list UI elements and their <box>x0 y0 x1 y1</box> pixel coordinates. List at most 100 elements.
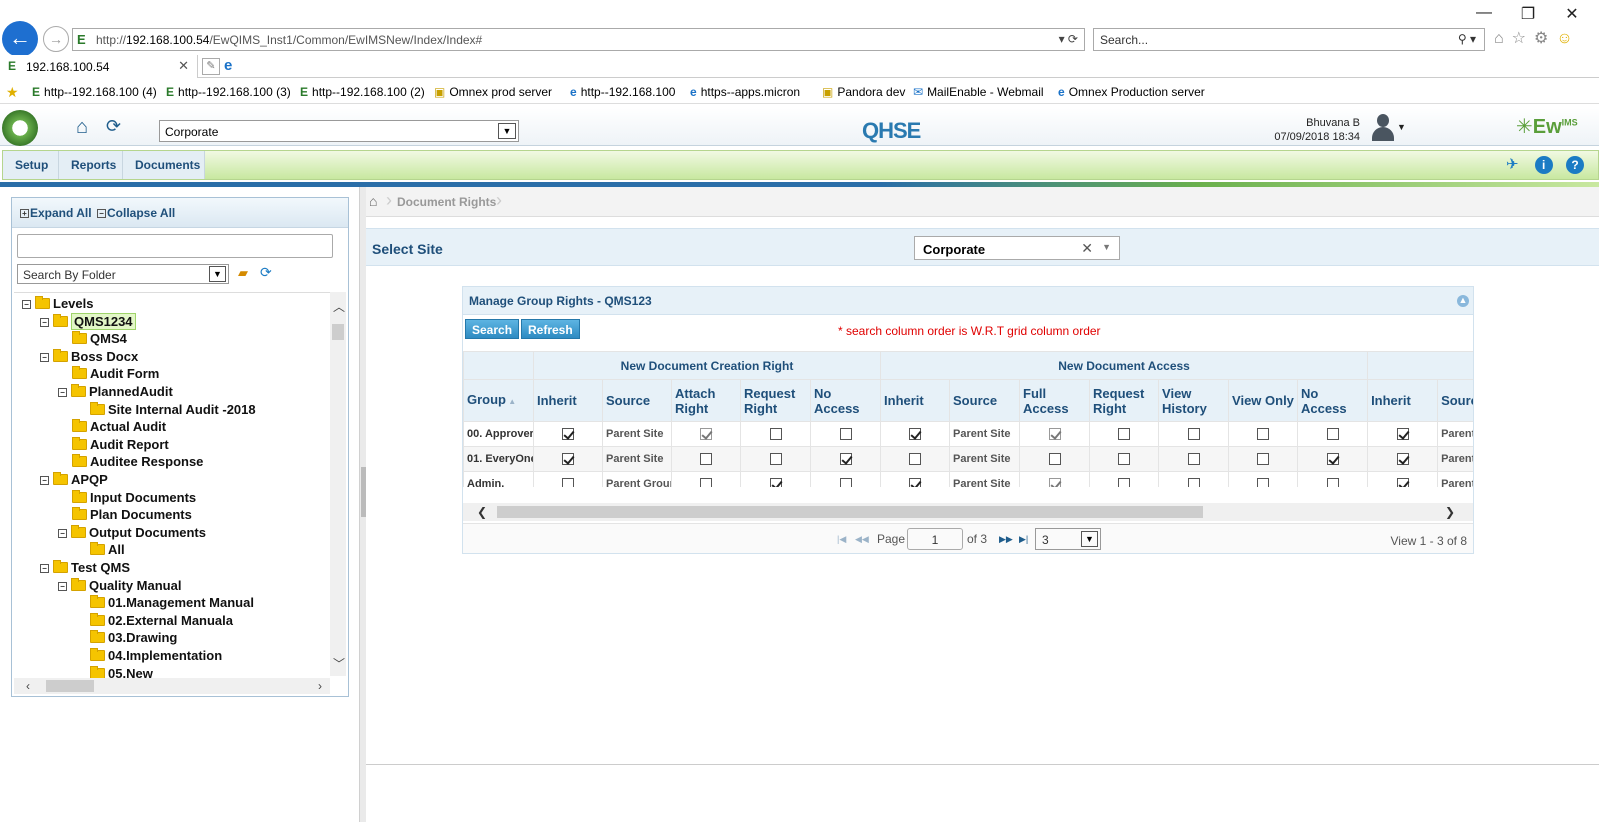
tree-refresh-icon[interactable]: ⟳ <box>260 264 272 281</box>
rights-checkbox[interactable] <box>1118 478 1131 487</box>
tree-node[interactable]: 03.Drawing <box>76 629 177 647</box>
folder-search-icon[interactable]: ▰ <box>238 265 248 281</box>
scroll-down-icon[interactable]: ﹀ <box>333 655 345 672</box>
first-page-icon[interactable]: |◀ <box>837 534 846 545</box>
column-header[interactable]: Inherit <box>1367 379 1439 422</box>
favorite-item[interactable]: ✉ MailEnable - Webmail <box>913 85 1044 99</box>
header-site-select[interactable]: Corporate ▼ <box>159 120 519 142</box>
tree-node[interactable]: − Output Documents <box>58 524 206 542</box>
menu-reports[interactable]: Reports <box>59 151 123 179</box>
ie-icon[interactable]: e <box>224 57 232 74</box>
favorite-item[interactable]: e http--192.168.100 <box>570 85 675 99</box>
tree-node[interactable]: − Boss Docx <box>40 348 138 366</box>
tree-node[interactable]: − QMS1234 <box>40 312 136 331</box>
column-header[interactable]: Group ▲ <box>463 379 534 422</box>
smiley-icon[interactable]: ☺ <box>1556 30 1580 47</box>
collapse-node-icon[interactable]: − <box>40 352 49 362</box>
scroll-left-icon[interactable]: ‹ <box>26 679 30 693</box>
tree-node[interactable]: Plan Documents <box>58 506 192 524</box>
column-header[interactable]: Inherit <box>533 379 603 422</box>
collapse-node-icon[interactable]: − <box>58 528 67 538</box>
page-number-input[interactable]: 1 <box>907 528 963 550</box>
collapse-node-icon[interactable]: − <box>40 564 49 574</box>
rights-checkbox[interactable] <box>1396 428 1409 441</box>
rights-checkbox[interactable] <box>562 453 574 466</box>
rights-checkbox[interactable] <box>1048 428 1061 441</box>
tree-node[interactable]: − Test QMS <box>40 559 130 577</box>
rights-checkbox[interactable] <box>1118 428 1131 441</box>
home-toolbar-icon[interactable]: ⌂ <box>1494 30 1512 47</box>
tree-node[interactable]: 02.External Manuala <box>76 612 233 630</box>
tree-node[interactable]: − Levels <box>22 295 93 313</box>
star-icon[interactable]: ☆ <box>1512 30 1534 47</box>
rights-checkbox[interactable] <box>1396 478 1409 487</box>
collapse-node-icon[interactable]: − <box>40 476 49 486</box>
rights-checkbox[interactable] <box>1326 428 1339 441</box>
column-header[interactable]: Source <box>602 379 672 422</box>
rights-checkbox[interactable] <box>700 478 712 487</box>
rights-checkbox[interactable] <box>909 453 922 466</box>
chevron-down-icon[interactable]: ▼ <box>1102 242 1111 252</box>
scroll-up-icon[interactable]: ︿ <box>333 298 345 315</box>
favorite-item[interactable]: Ehttp--192.168.100 (3) <box>166 85 291 99</box>
address-bar[interactable]: E http://192.168.100.54/EwQIMS_Inst1/Com… <box>72 28 1085 51</box>
rights-checkbox[interactable] <box>909 428 922 441</box>
rights-checkbox[interactable] <box>1396 453 1409 466</box>
settings-gear-icon[interactable]: ⚙ <box>1534 30 1556 47</box>
menu-documents[interactable]: Documents <box>123 151 205 179</box>
refresh-icon[interactable]: ⟳ <box>106 116 121 137</box>
favorite-item[interactable]: Ehttp--192.168.100 (2) <box>300 85 425 99</box>
tree-search-input[interactable] <box>17 234 333 258</box>
column-header[interactable]: Request Right <box>740 379 811 422</box>
rights-checkbox[interactable] <box>769 453 782 466</box>
tree-node[interactable]: − APQP <box>40 471 108 489</box>
column-header[interactable]: Full Access <box>1019 379 1091 422</box>
rights-checkbox[interactable] <box>1257 478 1270 487</box>
clear-icon[interactable]: ✕ <box>1081 240 1093 257</box>
grid-search-button[interactable]: Search <box>465 319 520 339</box>
column-header[interactable]: Source <box>949 379 1021 422</box>
favorites-star-icon[interactable]: ★ <box>6 84 19 101</box>
column-header[interactable]: Inherit <box>880 379 951 422</box>
tree-node[interactable]: Actual Audit <box>58 418 166 436</box>
column-header[interactable]: Source <box>1437 379 1473 422</box>
chevron-down-icon[interactable]: ▼ <box>1081 531 1098 547</box>
tab-active[interactable]: E 192.168.100.54 ✕ <box>0 55 198 78</box>
tree-node[interactable]: 04.Implementation <box>76 647 222 665</box>
tree-horizontal-scrollbar[interactable]: ‹ › <box>14 678 330 694</box>
scroll-right-icon[interactable]: › <box>318 679 322 693</box>
rights-checkbox[interactable] <box>1048 453 1061 466</box>
tab-close-icon[interactable]: ✕ <box>178 58 189 74</box>
column-header[interactable]: View History <box>1158 379 1230 422</box>
collapse-node-icon[interactable]: − <box>22 300 31 310</box>
home-icon[interactable]: ⌂ <box>76 116 88 139</box>
select-site-combo[interactable]: Corporate ✕ ▼ <box>914 236 1120 260</box>
scroll-left-icon[interactable]: ❮ <box>477 505 487 519</box>
browser-search-box[interactable]: Search... ⚲ ▾ <box>1093 28 1485 51</box>
rights-checkbox[interactable] <box>839 428 852 441</box>
expand-all-button[interactable]: + Expand All <box>20 206 92 220</box>
user-menu-caret-icon[interactable]: ▼ <box>1397 122 1406 132</box>
sort-asc-icon[interactable]: ▲ <box>506 397 516 406</box>
tree-node[interactable]: − PlannedAudit <box>58 383 173 401</box>
chevron-down-icon[interactable]: ▼ <box>209 266 226 282</box>
forward-button[interactable]: → <box>43 26 69 52</box>
app-logo-icon[interactable] <box>2 110 38 146</box>
rights-checkbox[interactable] <box>1187 453 1200 466</box>
column-header[interactable]: View Only <box>1228 379 1299 422</box>
scroll-right-icon[interactable]: ❯ <box>1445 505 1455 519</box>
rights-checkbox[interactable] <box>1118 453 1131 466</box>
rights-checkbox[interactable] <box>769 428 782 441</box>
collapse-panel-icon[interactable]: ▲ <box>1457 295 1469 307</box>
tree-vertical-scrollbar[interactable]: ︿ ﹀ <box>330 292 346 676</box>
close-window-icon[interactable]: ✕ <box>1562 4 1582 24</box>
collapse-node-icon[interactable]: − <box>40 317 49 327</box>
tree-node[interactable]: All <box>76 541 125 559</box>
tree-node[interactable]: Input Documents <box>58 489 196 507</box>
tree-node[interactable]: 01.Management Manual <box>76 594 254 612</box>
collapse-all-button[interactable]: − Collapse All <box>97 206 175 220</box>
back-button[interactable]: ← <box>2 21 38 57</box>
rights-checkbox[interactable] <box>1048 478 1061 487</box>
rights-checkbox[interactable] <box>1326 478 1339 487</box>
favorite-item[interactable]: e https--apps.micron <box>690 85 800 99</box>
